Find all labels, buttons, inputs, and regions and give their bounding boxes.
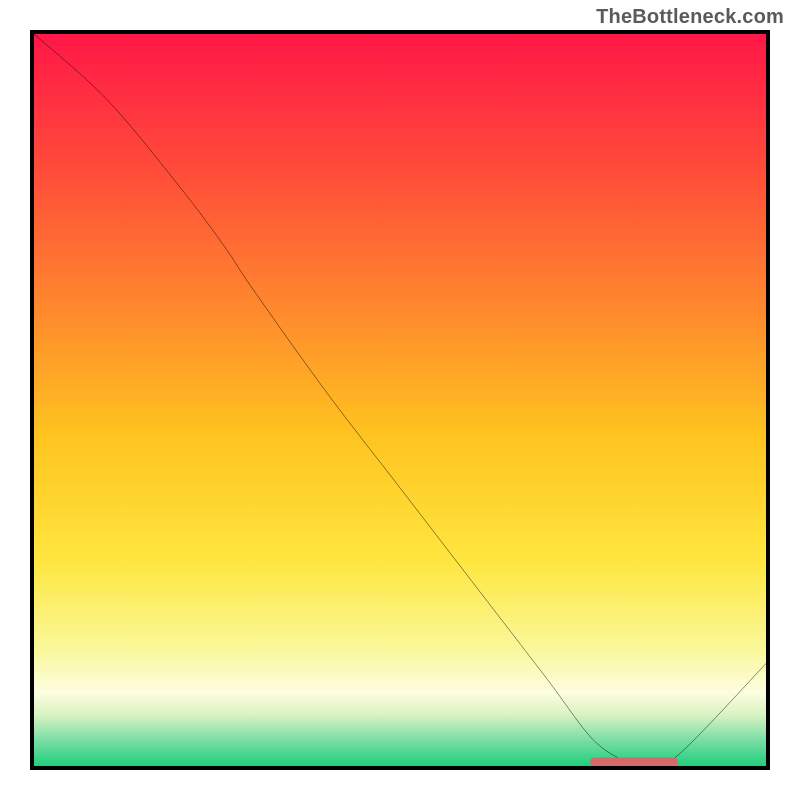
- curve-line: [34, 34, 766, 766]
- attribution-label: TheBottleneck.com: [596, 6, 784, 29]
- chart-canvas: TheBottleneck.com: [0, 0, 800, 800]
- plot-area: [30, 30, 770, 770]
- optimum-marker: [590, 758, 678, 767]
